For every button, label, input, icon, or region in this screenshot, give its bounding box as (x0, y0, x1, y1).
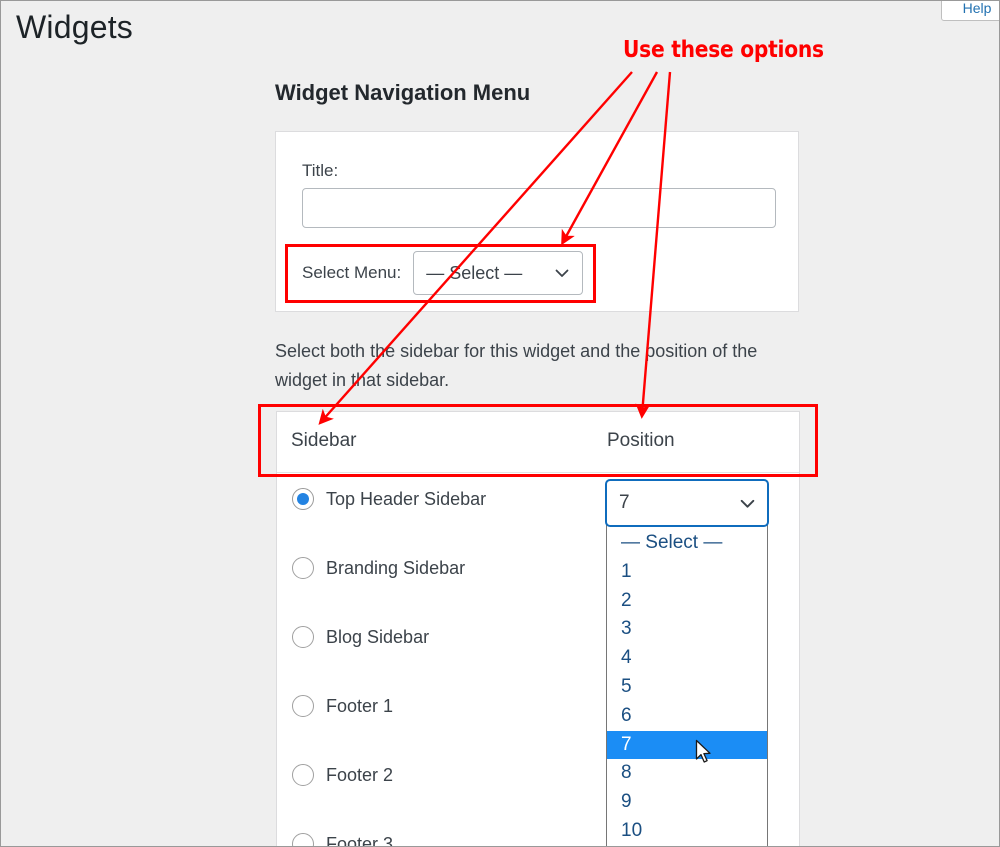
page-title: Widgets (16, 9, 133, 45)
widget-heading: Widget Navigation Menu (275, 80, 531, 105)
position-column-header: Position (607, 430, 675, 451)
sidebar-option-label: Branding Sidebar (326, 557, 466, 578)
sidebar-radio-option[interactable]: Top Header Sidebar (292, 488, 486, 510)
table-header-row: Sidebar Position (277, 412, 799, 473)
help-button[interactable]: Help (941, 1, 999, 21)
position-option[interactable]: 10 (607, 817, 767, 846)
sidebar-radio-option[interactable]: Footer 3 (292, 833, 394, 847)
select-menu-label: Select Menu: (302, 263, 402, 282)
sidebar-option-label: Footer 2 (326, 764, 394, 785)
position-option[interactable]: 3 (607, 615, 767, 644)
title-field-label: Title: (302, 161, 339, 180)
sidebar-radio-option[interactable]: Footer 2 (292, 764, 393, 786)
instructions-text: Select both the sidebar for this widget … (275, 341, 758, 390)
widgets-screen: Help Widgets Widget Navigation Menu Titl… (0, 0, 1000, 847)
radio-button-icon[interactable] (292, 695, 314, 717)
sidebar-column-header: Sidebar (291, 430, 357, 451)
chevron-down-icon (554, 265, 570, 281)
radio-button-icon[interactable] (292, 626, 314, 648)
sidebar-option-label: Footer 3 (326, 833, 394, 847)
position-option[interactable]: 9 (607, 788, 767, 817)
annotation-label: Use these options (623, 37, 824, 63)
position-option[interactable]: 6 (607, 702, 767, 731)
position-select-value: 7 (619, 492, 630, 513)
select-menu-dropdown[interactable]: — Select — (413, 251, 584, 295)
position-option[interactable]: 5 (607, 673, 767, 702)
sidebar-radio-option[interactable]: Blog Sidebar (292, 626, 429, 648)
position-select[interactable]: 7 (605, 479, 769, 527)
widget-form-panel: Title: Select Menu: — Select — (275, 131, 799, 312)
position-option[interactable]: — Select — (607, 529, 767, 558)
position-option[interactable]: 4 (607, 644, 767, 673)
sidebar-option-label: Top Header Sidebar (326, 488, 487, 509)
radio-button-icon[interactable] (292, 764, 314, 786)
radio-button-icon[interactable] (292, 833, 314, 846)
position-option[interactable]: 8 (607, 759, 767, 788)
sidebar-option-label: Blog Sidebar (326, 626, 430, 647)
title-input[interactable] (302, 188, 776, 228)
position-option[interactable]: 1 (607, 558, 767, 587)
position-select-listbox[interactable]: — Select — 1 2 3 4 5 6 7 8 9 10 11 (606, 525, 768, 846)
position-option[interactable]: 2 (607, 587, 767, 616)
sidebar-option-label: Footer 1 (326, 695, 394, 716)
radio-button-icon[interactable] (292, 557, 314, 579)
select-menu-value: — Select — (426, 262, 523, 283)
position-option-selected[interactable]: 7 (607, 730, 767, 760)
select-menu-row: Select Menu: — Select — (302, 251, 584, 295)
chevron-down-icon (739, 495, 755, 511)
sidebar-radio-option[interactable]: Footer 1 (292, 695, 393, 717)
sidebar-radio-option[interactable]: Branding Sidebar (292, 557, 465, 579)
radio-button-icon[interactable] (292, 488, 314, 510)
